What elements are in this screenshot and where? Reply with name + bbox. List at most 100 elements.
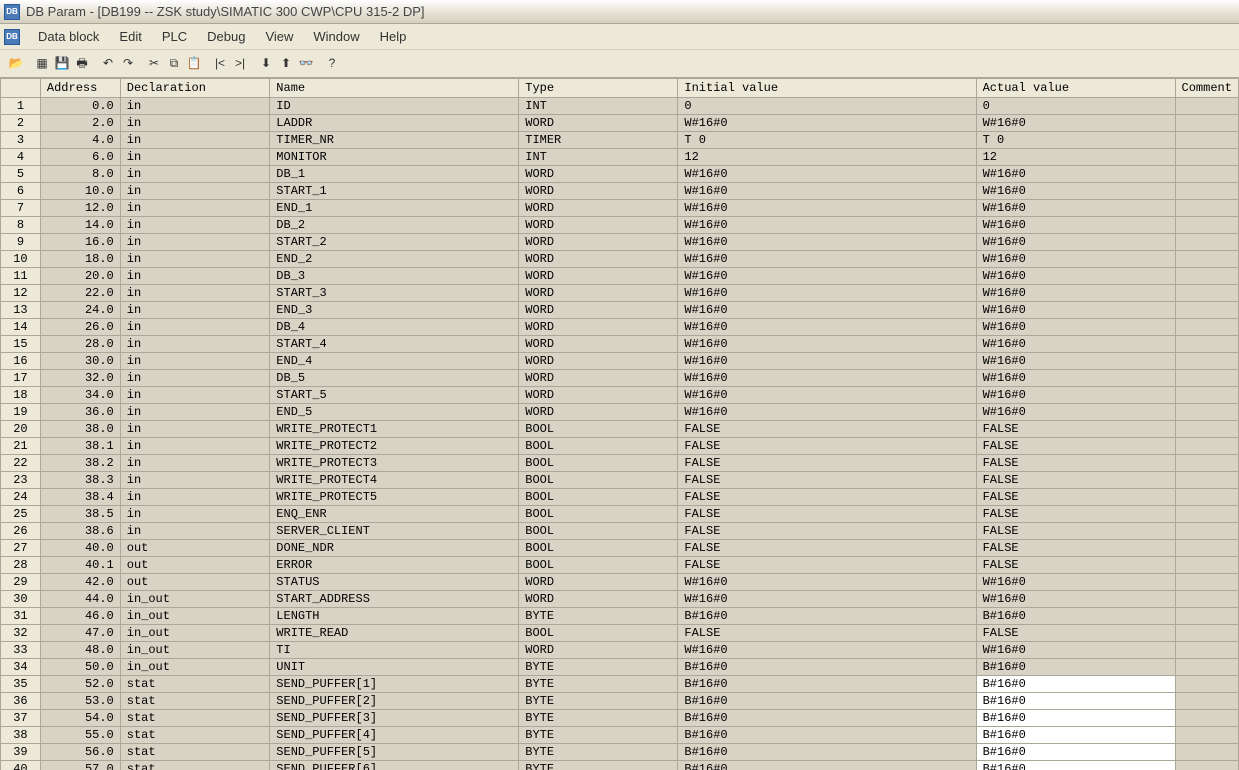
cell-actual-value[interactable]: FALSE bbox=[976, 455, 1175, 472]
cell-name[interactable]: DB_4 bbox=[270, 319, 519, 336]
cell-initial-value[interactable]: FALSE bbox=[678, 506, 976, 523]
db-icon[interactable]: ▦ bbox=[32, 53, 52, 73]
help-icon[interactable]: ? bbox=[322, 53, 342, 73]
cut-icon[interactable]: ✂ bbox=[144, 53, 164, 73]
cell-declaration[interactable]: in_out bbox=[120, 591, 270, 608]
cell-initial-value[interactable]: 0 bbox=[678, 98, 976, 115]
table-row[interactable]: 46.0inMONITORINT1212 bbox=[1, 149, 1239, 166]
cell-address[interactable]: 38.5 bbox=[40, 506, 120, 523]
menu-data-block[interactable]: Data block bbox=[28, 26, 109, 47]
column-header-actual-value[interactable]: Actual value bbox=[976, 79, 1175, 98]
db-table[interactable]: AddressDeclarationNameTypeInitial valueA… bbox=[0, 78, 1239, 770]
cell-initial-value[interactable]: W#16#0 bbox=[678, 387, 976, 404]
row-number[interactable]: 9 bbox=[1, 234, 41, 251]
cell-comment[interactable] bbox=[1175, 217, 1238, 234]
cell-type[interactable]: BYTE bbox=[519, 710, 678, 727]
undo-icon[interactable]: ↶ bbox=[98, 53, 118, 73]
row-number[interactable]: 13 bbox=[1, 302, 41, 319]
cell-name[interactable]: DB_5 bbox=[270, 370, 519, 387]
cell-type[interactable]: BOOL bbox=[519, 438, 678, 455]
cell-comment[interactable] bbox=[1175, 693, 1238, 710]
cell-comment[interactable] bbox=[1175, 421, 1238, 438]
cell-name[interactable]: WRITE_PROTECT4 bbox=[270, 472, 519, 489]
cell-type[interactable]: WORD bbox=[519, 268, 678, 285]
cell-comment[interactable] bbox=[1175, 353, 1238, 370]
goto-end-icon[interactable]: >| bbox=[230, 53, 250, 73]
cell-type[interactable]: BYTE bbox=[519, 744, 678, 761]
cell-actual-value[interactable]: W#16#0 bbox=[976, 115, 1175, 132]
table-row[interactable]: 3450.0in_outUNITBYTEB#16#0B#16#0 bbox=[1, 659, 1239, 676]
cell-initial-value[interactable]: B#16#0 bbox=[678, 693, 976, 710]
cell-type[interactable]: WORD bbox=[519, 183, 678, 200]
cell-comment[interactable] bbox=[1175, 404, 1238, 421]
row-number[interactable]: 28 bbox=[1, 557, 41, 574]
cell-comment[interactable] bbox=[1175, 319, 1238, 336]
cell-address[interactable]: 36.0 bbox=[40, 404, 120, 421]
cell-name[interactable]: SEND_PUFFER[3] bbox=[270, 710, 519, 727]
row-number[interactable]: 1 bbox=[1, 98, 41, 115]
row-number[interactable]: 16 bbox=[1, 353, 41, 370]
cell-actual-value[interactable]: B#16#0 bbox=[976, 710, 1175, 727]
row-number[interactable]: 5 bbox=[1, 166, 41, 183]
row-number[interactable]: 15 bbox=[1, 336, 41, 353]
row-number[interactable]: 3 bbox=[1, 132, 41, 149]
cell-comment[interactable] bbox=[1175, 302, 1238, 319]
cell-actual-value[interactable]: FALSE bbox=[976, 540, 1175, 557]
row-number[interactable]: 10 bbox=[1, 251, 41, 268]
cell-initial-value[interactable]: W#16#0 bbox=[678, 574, 976, 591]
cell-initial-value[interactable]: B#16#0 bbox=[678, 659, 976, 676]
row-number[interactable]: 26 bbox=[1, 523, 41, 540]
table-row[interactable]: 3956.0statSEND_PUFFER[5]BYTEB#16#0B#16#0 bbox=[1, 744, 1239, 761]
cell-type[interactable]: WORD bbox=[519, 234, 678, 251]
cell-type[interactable]: WORD bbox=[519, 574, 678, 591]
cell-address[interactable]: 38.2 bbox=[40, 455, 120, 472]
cell-initial-value[interactable]: W#16#0 bbox=[678, 234, 976, 251]
cell-comment[interactable] bbox=[1175, 472, 1238, 489]
cell-declaration[interactable]: in bbox=[120, 149, 270, 166]
cell-address[interactable]: 0.0 bbox=[40, 98, 120, 115]
goto-start-icon[interactable]: |< bbox=[210, 53, 230, 73]
cell-type[interactable]: INT bbox=[519, 149, 678, 166]
column-header-type[interactable]: Type bbox=[519, 79, 678, 98]
cell-address[interactable]: 38.0 bbox=[40, 421, 120, 438]
data-grid[interactable]: AddressDeclarationNameTypeInitial valueA… bbox=[0, 78, 1239, 770]
cell-actual-value[interactable]: 12 bbox=[976, 149, 1175, 166]
cell-type[interactable]: WORD bbox=[519, 302, 678, 319]
cell-name[interactable]: UNIT bbox=[270, 659, 519, 676]
cell-type[interactable]: BOOL bbox=[519, 489, 678, 506]
cell-declaration[interactable]: in bbox=[120, 183, 270, 200]
table-row[interactable]: 3044.0in_outSTART_ADDRESSWORDW#16#0W#16#… bbox=[1, 591, 1239, 608]
menu-plc[interactable]: PLC bbox=[152, 26, 197, 47]
cell-comment[interactable] bbox=[1175, 183, 1238, 200]
cell-actual-value[interactable]: FALSE bbox=[976, 472, 1175, 489]
cell-name[interactable]: ENQ_ENR bbox=[270, 506, 519, 523]
cell-address[interactable]: 12.0 bbox=[40, 200, 120, 217]
table-row[interactable]: 1222.0inSTART_3WORDW#16#0W#16#0 bbox=[1, 285, 1239, 302]
cell-comment[interactable] bbox=[1175, 149, 1238, 166]
cell-name[interactable]: ID bbox=[270, 98, 519, 115]
cell-actual-value[interactable]: W#16#0 bbox=[976, 268, 1175, 285]
save-icon[interactable]: 💾 bbox=[52, 53, 72, 73]
cell-initial-value[interactable]: W#16#0 bbox=[678, 200, 976, 217]
table-row[interactable]: 712.0inEND_1WORDW#16#0W#16#0 bbox=[1, 200, 1239, 217]
cell-declaration[interactable]: stat bbox=[120, 727, 270, 744]
cell-declaration[interactable]: out bbox=[120, 557, 270, 574]
cell-initial-value[interactable]: FALSE bbox=[678, 540, 976, 557]
cell-actual-value[interactable]: W#16#0 bbox=[976, 404, 1175, 421]
cell-declaration[interactable]: in bbox=[120, 387, 270, 404]
cell-type[interactable]: WORD bbox=[519, 642, 678, 659]
cell-initial-value[interactable]: W#16#0 bbox=[678, 302, 976, 319]
cell-initial-value[interactable]: W#16#0 bbox=[678, 319, 976, 336]
cell-name[interactable]: END_1 bbox=[270, 200, 519, 217]
cell-declaration[interactable]: in bbox=[120, 404, 270, 421]
cell-address[interactable]: 38.1 bbox=[40, 438, 120, 455]
table-row[interactable]: 1018.0inEND_2WORDW#16#0W#16#0 bbox=[1, 251, 1239, 268]
menu-debug[interactable]: Debug bbox=[197, 26, 255, 47]
cell-actual-value[interactable]: W#16#0 bbox=[976, 387, 1175, 404]
cell-actual-value[interactable]: W#16#0 bbox=[976, 574, 1175, 591]
cell-declaration[interactable]: in_out bbox=[120, 659, 270, 676]
cell-type[interactable]: BOOL bbox=[519, 472, 678, 489]
cell-name[interactable]: WRITE_PROTECT5 bbox=[270, 489, 519, 506]
copy-icon[interactable]: ⧉ bbox=[164, 53, 184, 73]
cell-type[interactable]: WORD bbox=[519, 251, 678, 268]
